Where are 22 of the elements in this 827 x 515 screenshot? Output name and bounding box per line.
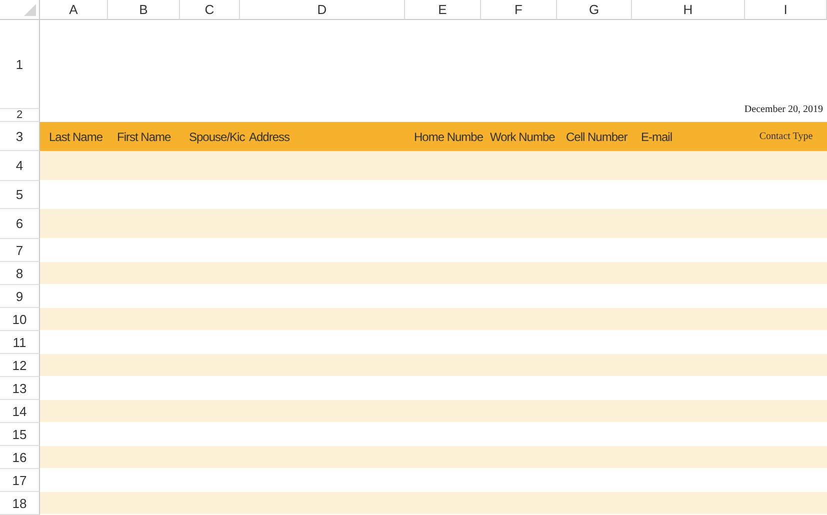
select-all-icon[interactable] [24, 4, 36, 16]
column-title: Contact Type [759, 131, 813, 142]
column-title: Last Name [49, 130, 103, 144]
column-header[interactable]: I [745, 0, 827, 20]
row-header[interactable]: 1 [0, 20, 40, 109]
column-title: First Name [117, 130, 171, 144]
column-header[interactable]: D [240, 0, 405, 20]
column-title: Work Numbe [490, 130, 555, 144]
column-title: Spouse/Kic [189, 130, 245, 144]
date-text: December 20, 2019 [744, 104, 823, 115]
column-header[interactable]: F [481, 0, 557, 20]
column-header[interactable]: E [405, 0, 481, 20]
column-header[interactable]: B [108, 0, 180, 20]
column-title: E-mail [641, 130, 672, 144]
column-header[interactable]: A [40, 0, 108, 20]
column-header[interactable]: G [557, 0, 632, 20]
column-title: Home Numbe [414, 130, 484, 144]
column-header[interactable]: C [180, 0, 240, 20]
column-title: Address [249, 130, 290, 144]
column-title: Cell Number [566, 130, 628, 144]
row-header[interactable]: 2 [0, 109, 40, 122]
column-header[interactable]: H [632, 0, 745, 20]
